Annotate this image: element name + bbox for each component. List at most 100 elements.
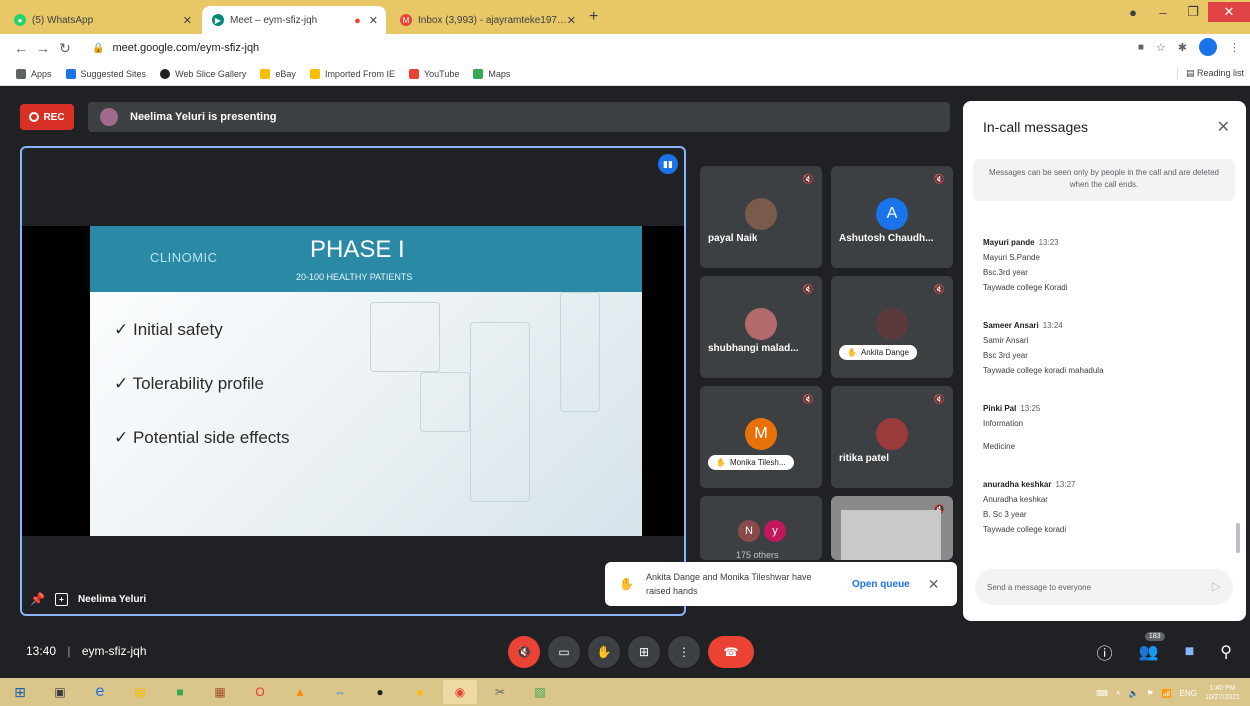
keyboard-icon[interactable]: ⌨ [1096,689,1108,698]
video-feed [841,510,941,560]
bookmark-youtube[interactable]: YouTube [408,68,459,79]
bookmark-label: Imported From IE [324,68,395,79]
task-view-icon[interactable]: ▣ [43,680,77,704]
raise-hand-button[interactable]: ✋ [588,636,620,668]
forward-icon[interactable]: → [32,40,54,56]
url-input[interactable]: 🔒 meet.google.com/eym-sfiz-jqh [92,38,1102,58]
message-line: Bsc 3rd year [983,351,1028,360]
participant-tile[interactable]: 🔇 ✋ Ankita Dange [831,276,953,378]
star-icon[interactable]: ☆ [1156,41,1166,54]
paint-icon[interactable]: ▦ [203,680,237,704]
participant-tile[interactable]: 🔇 M ✋ Monika Tilesh... [700,386,822,488]
message-line: Samir Ansari [983,336,1029,345]
chat-message: Sameer Ansari 13:24 Samir Ansari Bsc 3rd … [983,318,1104,378]
slide: CLINOMIC PHASE I 20-100 HEALTHY PATIENTS… [90,226,642,536]
people-button[interactable]: 👥 183 [1139,632,1165,662]
info-icon[interactable]: ⓘ [1097,640,1113,664]
bookmark-apps[interactable]: Apps [16,68,52,79]
bookmark-web-slice[interactable]: Web Slice Gallery [160,68,246,79]
minimize-button[interactable]: – [1148,5,1178,20]
reading-list[interactable]: ▤ Reading list [1176,68,1244,79]
store-icon[interactable]: ■ [163,680,197,704]
opera-icon[interactable]: O [243,680,277,704]
language-indicator[interactable]: ENG [1180,689,1197,698]
message-time: 13:23 [1038,238,1059,247]
participant-hand-raised: ✋ Monika Tilesh... [708,455,794,470]
volume-icon[interactable]: 🔈 [1129,689,1139,698]
window-close-button[interactable]: ✕ [1208,2,1250,22]
close-icon[interactable]: ● ✕ [354,14,378,27]
presentation-tile[interactable]: ▮▮ CLINOMIC PHASE I 20-100 HEALTHY PATIE… [20,146,686,616]
pin-icon[interactable]: 📌 [30,592,45,606]
snip-icon[interactable]: ✂ [483,680,517,704]
bookmark-imported[interactable]: Imported From IE [309,68,395,79]
participant-avatar: N [738,520,760,542]
bookmark-suggested-sites[interactable]: Suggested Sites [65,68,146,79]
reload-icon[interactable]: ↻ [54,40,76,57]
participant-tile[interactable]: 🔇 [831,496,953,560]
participant-tile[interactable]: 🔇 payal Naik [700,166,822,268]
clock[interactable]: 1:40 PM 10/27/2021 [1205,684,1240,702]
side-controls: ⓘ 👥 183 ■ ⚲ [1097,632,1232,664]
chat-scrollbar[interactable] [1236,523,1240,553]
network-icon[interactable]: 📶 [1162,689,1172,698]
file-explorer-icon[interactable]: ▤ [123,680,157,704]
photos-icon[interactable]: ▨ [523,680,557,704]
participant-tile[interactable]: 🔇 ritika patel [831,386,953,488]
chat-input[interactable]: Send a message to everyone ▷ [975,569,1233,605]
extensions-icon[interactable]: ✱ [1178,41,1187,54]
flag-icon[interactable]: ⚑ [1146,689,1153,698]
present-button[interactable]: ⊞ [628,636,660,668]
leave-call-button[interactable]: ☎ [708,636,754,668]
back-icon[interactable]: ← [10,40,32,56]
more-options-button[interactable]: ⋮ [668,636,700,668]
browser-icon[interactable]: ● [403,680,437,704]
open-queue-button[interactable]: Open queue [852,579,910,590]
close-icon[interactable]: ✕ [928,576,940,593]
message-line: Taywade college koradi [983,525,1067,534]
mic-off-icon: 🔇 [933,284,945,294]
slide-logo: CLINOMIC [150,250,218,265]
new-tab-button[interactable]: + [589,8,598,26]
vlc-icon[interactable]: ▲ [283,680,317,704]
close-icon[interactable]: ✕ [183,14,192,27]
participant-name: Monika Tilesh... [729,458,786,467]
tab-whatsapp[interactable]: ● (5) WhatsApp ✕ [4,6,200,34]
mic-toggle-button[interactable]: 🔇 [508,636,540,668]
activities-icon[interactable]: ⚲ [1220,642,1232,662]
participant-tile[interactable]: 🔇 A Ashutosh Chaudh... [831,166,953,268]
teamviewer-icon[interactable]: ⇔ [323,680,357,704]
message-sender: Mayuri pande [983,238,1035,247]
record-indicator-icon: ● [1129,4,1137,20]
obs-icon[interactable]: ● [363,680,397,704]
clock-date: 10/27/2021 [1204,694,1240,701]
tab-gmail[interactable]: M Inbox (3,993) - ajayramteke197… ✕ [390,6,584,34]
chat-icon[interactable]: ■ [1185,643,1195,661]
restore-button[interactable]: ❐ [1178,4,1208,20]
flask-image [420,372,470,432]
chat-message: Mayuri pande 13:23 Mayuri S.Pande Bsc.3rd… [983,235,1068,295]
bookmark-ebay[interactable]: eBay [260,68,296,79]
camera-toggle-button[interactable]: ▭ [548,636,580,668]
participant-name: ritika patel [839,453,890,464]
raised-hand-icon: ✋ [716,458,726,467]
presenter-name: Neelima Yeluri [77,593,147,605]
bookmark-maps[interactable]: Maps [473,68,510,79]
message-sender: Pinki Pal [983,404,1017,413]
camera-icon[interactable]: ■ [1138,42,1144,53]
close-icon[interactable]: ✕ [567,14,576,27]
mic-off-icon: 🔇 [933,174,945,184]
profile-avatar[interactable] [1199,38,1217,56]
ie-icon[interactable]: e [83,680,117,704]
chevron-up-icon[interactable]: ˄ [1116,689,1121,698]
web-slice-icon [160,68,171,79]
participant-tile[interactable]: 🔇 shubhangi malad... [700,276,822,378]
others-tile[interactable]: N y 175 others [700,496,822,560]
chrome-icon[interactable]: ◉ [443,680,477,704]
tab-meet[interactable]: ▶ Meet – eym-sfiz-jqh ● ✕ [202,6,386,34]
presenter-label: 📌 + Neelima Yeluri [30,592,146,606]
menu-icon[interactable]: ⋮ [1229,41,1240,54]
windows-start-icon[interactable]: ⊞ [0,678,40,706]
send-icon[interactable]: ▷ [1212,579,1221,593]
close-icon[interactable]: ✕ [1217,117,1230,137]
